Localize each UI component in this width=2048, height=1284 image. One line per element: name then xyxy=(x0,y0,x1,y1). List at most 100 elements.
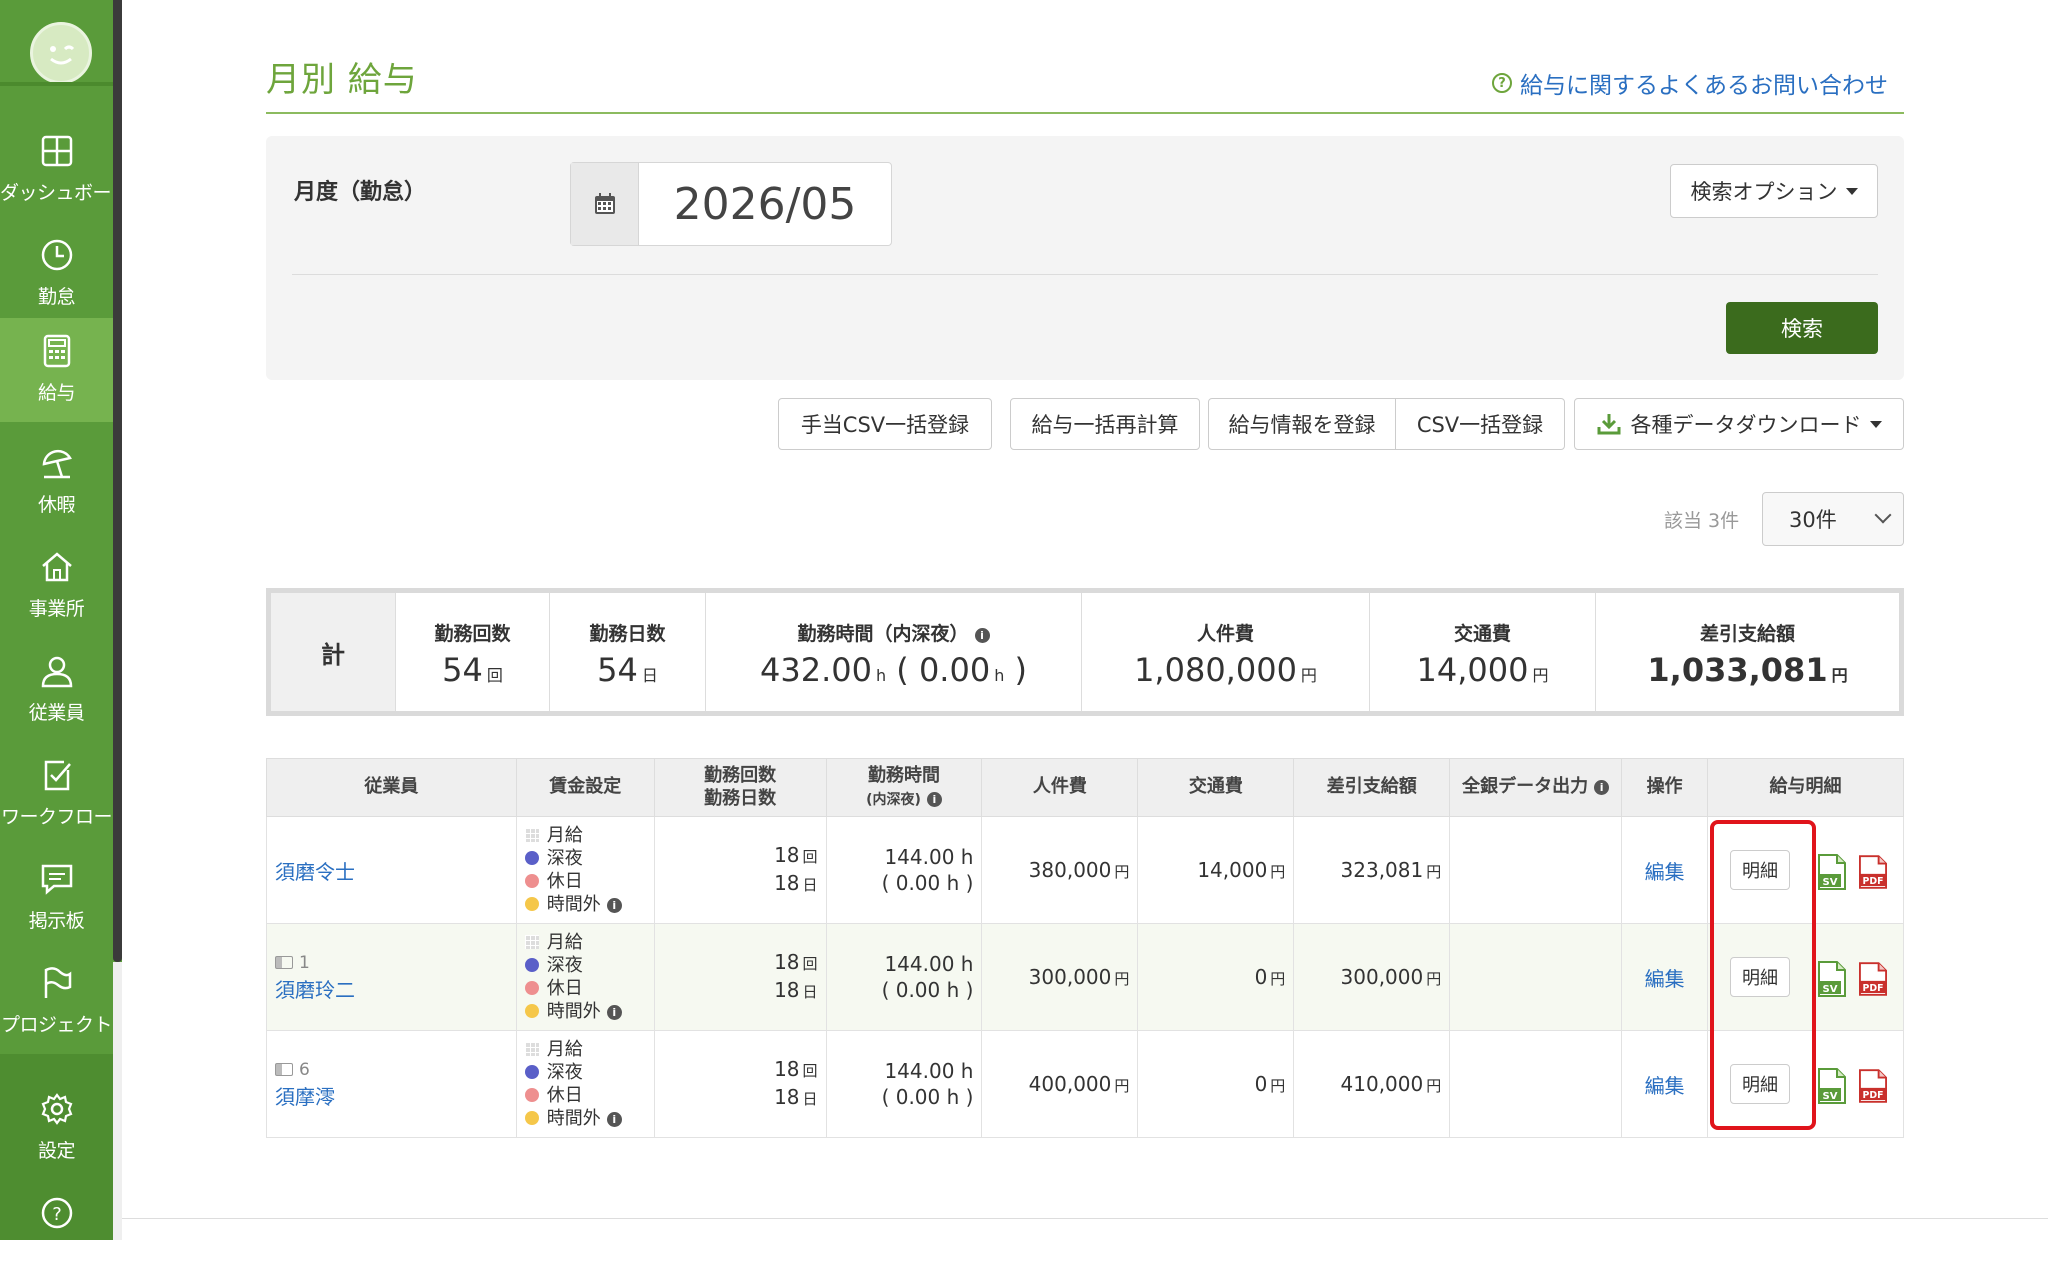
per-page-select[interactable]: 30件 xyxy=(1762,492,1904,546)
svg-text:?: ? xyxy=(52,1204,62,1225)
col-header-employee[interactable]: 従業員 xyxy=(266,758,517,817)
col-header-labor: 人件費 xyxy=(981,758,1139,817)
edit-link[interactable]: 編集 xyxy=(1645,1074,1685,1098)
info-icon[interactable]: i xyxy=(606,898,622,913)
net-cell: 300,000 円 xyxy=(1293,923,1451,1031)
employee-name-link[interactable]: 須磨令士 xyxy=(275,860,355,884)
employee-name-link[interactable]: 須摩澪 xyxy=(275,1085,335,1109)
sidebar-item-label: ダッシュボード xyxy=(0,182,130,204)
page-title: 月別 給与 xyxy=(266,60,418,100)
wage-setting-cell: 月給 深夜 休日 時間外 i xyxy=(515,1030,655,1138)
info-icon[interactable]: i xyxy=(1594,780,1610,796)
pdf-file-icon[interactable]: PDF xyxy=(1858,854,1887,890)
caret-down-icon xyxy=(1845,187,1858,195)
help-icon: ? xyxy=(41,1197,73,1229)
pdf-file-icon[interactable]: PDF xyxy=(1858,961,1887,997)
sidebar-item-label: プロジェクト xyxy=(0,1014,113,1036)
faq-link-label: 給与に関するよくあるお問い合わせ xyxy=(1520,73,1888,99)
csv-bulk-register-button[interactable]: CSV一括登録 xyxy=(1395,398,1565,450)
transport-cell: 0円 xyxy=(1137,923,1295,1031)
labor-cell: 300,000 円 xyxy=(981,923,1139,1031)
sidebar-item-label: 設定 xyxy=(37,1140,76,1162)
totals-label: 計 xyxy=(271,593,395,711)
edit-link[interactable]: 編集 xyxy=(1645,860,1685,884)
data-download-button[interactable]: 各種データダウンロード xyxy=(1574,398,1904,450)
employee-id: 1 xyxy=(275,952,508,974)
wage-setting-cell: 月給 深夜 休日 時間外 i xyxy=(515,816,655,924)
sidebar-item-label: ワークフロー xyxy=(0,806,113,828)
info-icon[interactable]: i xyxy=(926,791,942,807)
transport-cell: 0円 xyxy=(1137,1030,1295,1138)
employee-payroll-table: 従業員 賃金設定 勤務回数 勤務日数 勤務時間 (内深夜) i 人件費 交通費 差引支… xyxy=(266,758,1904,1138)
info-icon[interactable]: i xyxy=(606,1005,622,1020)
wage-type: 時間外 i xyxy=(524,1107,646,1130)
pdf-file-icon[interactable]: PDF xyxy=(1858,1068,1887,1104)
faq-link[interactable]: ? 給与に関するよくあるお問い合わせ xyxy=(1492,66,1888,100)
sidebar-item-dashboard[interactable]: ダッシュボード xyxy=(0,118,130,222)
sidebar-item-board[interactable]: 掲示板 xyxy=(0,846,113,950)
svg-text:SV: SV xyxy=(1823,1091,1838,1102)
edit-link[interactable]: 編集 xyxy=(1645,967,1685,991)
search-options-button[interactable]: 検索オプション xyxy=(1670,164,1878,218)
wage-type: 時間外 i xyxy=(524,893,646,916)
calendar-icon[interactable] xyxy=(571,163,639,245)
period-value[interactable]: 2026/05 xyxy=(639,163,891,245)
csv-file-icon[interactable]: SV xyxy=(1818,960,1847,997)
search-panel: 月度（勤怠） 2026/05 検索オプション 検索 xyxy=(266,136,1904,380)
monthly-icon xyxy=(524,828,539,842)
sidebar-item-settings[interactable]: 設定 xyxy=(0,1076,113,1180)
allowance-csv-button[interactable]: 手当CSV一括登録 xyxy=(778,398,992,450)
per-page-value: 30件 xyxy=(1789,508,1837,532)
table-row: 須磨令士 月給 深夜 休日 時間外 i 18 回 18 日 144.00 h( 0.00 h… xyxy=(266,816,1904,924)
logo[interactable] xyxy=(30,22,92,84)
sidebar-item-label: 掲示板 xyxy=(28,910,85,932)
user-icon xyxy=(41,656,73,688)
wage-type: 月給 xyxy=(524,824,646,847)
svg-text:PDF: PDF xyxy=(1862,1090,1883,1101)
employee-cell: 須磨令士 xyxy=(266,816,517,924)
period-date-input[interactable]: 2026/05 xyxy=(570,162,892,246)
sidebar-item-label: 事業所 xyxy=(28,598,85,620)
wage-dot-icon xyxy=(524,874,539,888)
employee-cell: 1 須磨玲二 xyxy=(266,923,517,1031)
sidebar-item-help[interactable]: ? ヘルプ xyxy=(0,1180,113,1284)
net-cell: 410,000 円 xyxy=(1293,1030,1451,1138)
csv-file-icon[interactable]: SV xyxy=(1818,853,1847,890)
sidebar-item-office[interactable]: 事業所 xyxy=(0,534,113,638)
chevron-down-icon xyxy=(1874,506,1892,524)
bulk-recalc-button[interactable]: 給与一括再計算 xyxy=(1010,398,1200,450)
totals-summary: 計 勤務回数 54 回 勤務日数 54 日 勤務時間（内深夜） i 432.00 h (… xyxy=(266,588,1904,716)
transport-cell: 14,000 円 xyxy=(1137,816,1295,924)
employee-name-link[interactable]: 須磨玲二 xyxy=(275,978,355,1002)
csv-file-icon[interactable]: SV xyxy=(1818,1067,1847,1104)
register-payroll-button[interactable]: 給与情報を登録 xyxy=(1208,398,1396,450)
wage-dot-icon xyxy=(524,958,539,972)
sidebar-item-attendance[interactable]: 勤怠 xyxy=(0,222,113,326)
info-icon[interactable]: i xyxy=(606,1112,622,1127)
ops-cell: 編集 xyxy=(1621,816,1709,924)
sidebar-item-employees[interactable]: 従業員 xyxy=(0,638,113,742)
sidebar-item-workflow[interactable]: ワークフロー xyxy=(0,742,113,846)
search-button[interactable]: 検索 xyxy=(1726,302,1878,354)
wage-dot-icon xyxy=(524,1004,539,1018)
dashboard-icon xyxy=(41,135,73,167)
title-divider xyxy=(266,112,1904,114)
info-icon[interactable]: i xyxy=(974,628,990,643)
sidebar-item-project[interactable]: プロジェクト xyxy=(0,950,113,1054)
sidebar-item-label: ヘルプ xyxy=(28,1244,85,1266)
bank-cell xyxy=(1449,816,1623,924)
col-header-ops: 操作 xyxy=(1621,758,1709,817)
count-days-cell: 18 回 18 日 xyxy=(653,816,827,924)
col-header-count-days: 勤務回数 勤務日数 xyxy=(653,758,827,817)
sidebar-item-leave[interactable]: 休暇 xyxy=(0,430,113,534)
payslip-highlight-box xyxy=(1710,820,1816,1130)
col-header-wage: 賃金設定 xyxy=(515,758,655,817)
table-row: 1 須磨玲二 月給 深夜 休日 時間外 i 18 回 18 日 144.00 h( 0.00 … xyxy=(266,923,1904,1031)
sidebar-item-label: 給与 xyxy=(37,382,76,404)
wage-type: 月給 xyxy=(524,931,646,954)
wage-dot-icon xyxy=(524,851,539,865)
sidebar-scrollbar[interactable] xyxy=(113,0,122,962)
sidebar-item-payroll[interactable]: 給与 xyxy=(0,318,113,422)
svg-text:SV: SV xyxy=(1823,877,1838,888)
result-count: 該当 3件 xyxy=(1664,510,1740,532)
